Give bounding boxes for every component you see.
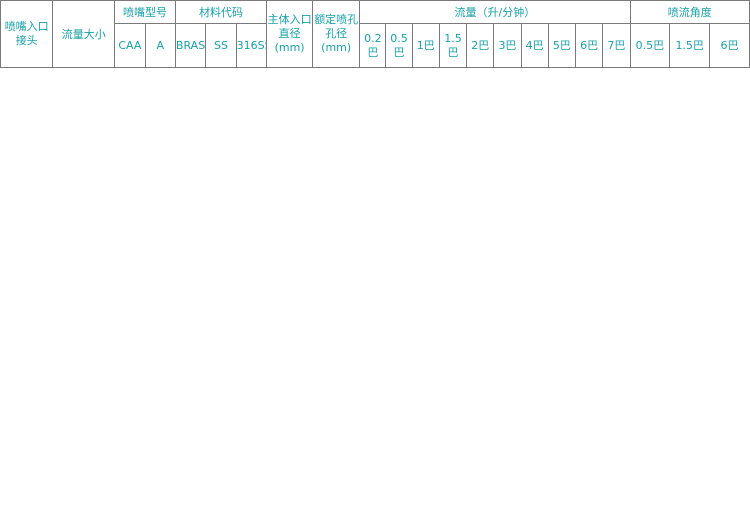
header-pressure: 1巴: [411, 23, 440, 68]
header-pressure: 5巴: [547, 23, 577, 68]
header-angle-pressure: 6巴: [709, 23, 750, 68]
header-flow-rate: 流量（升/分钟）: [359, 0, 631, 24]
header-pressure: 4巴: [520, 23, 549, 68]
header-pressure: 0.2巴: [359, 23, 387, 68]
header-connector: 喷嘴入口接头: [0, 0, 54, 68]
header-pressure: 3巴: [493, 23, 522, 68]
header-orifice-diameter: 额定喷孔孔径(mm): [312, 0, 361, 68]
header-model-caa: CAA: [114, 23, 146, 68]
header-pressure: 6巴: [575, 23, 604, 68]
header-angle-pressure: 0.5巴: [629, 23, 671, 68]
header-flow-size: 流量大小: [52, 0, 116, 68]
header-material-code: 材料代码: [174, 0, 268, 24]
header-model-a: A: [144, 23, 176, 68]
header-pressure: 2巴: [466, 23, 495, 68]
header-material-ss: SS: [205, 23, 237, 68]
header-nozzle-model: 喷嘴型号: [114, 0, 176, 24]
header-pressure: 0.5巴: [385, 23, 413, 68]
nozzle-spec-table: 喷嘴入口接头 流量大小 喷嘴型号 材料代码 主体入口直径(mm) 额定喷孔孔径(…: [0, 0, 750, 68]
header-material-brass: BRASS: [174, 23, 207, 68]
header-inlet-diameter: 主体入口直径(mm): [266, 0, 314, 68]
table-header: 喷嘴入口接头 流量大小 喷嘴型号 材料代码 主体入口直径(mm) 额定喷孔孔径(…: [0, 0, 750, 68]
header-angle-pressure: 1.5巴: [669, 23, 711, 68]
header-pressure: 7巴: [602, 23, 631, 68]
header-spray-angle: 喷流角度: [629, 0, 750, 24]
header-material-316ss: 316SS: [235, 23, 268, 68]
header-pressure: 1.5巴: [438, 23, 468, 68]
